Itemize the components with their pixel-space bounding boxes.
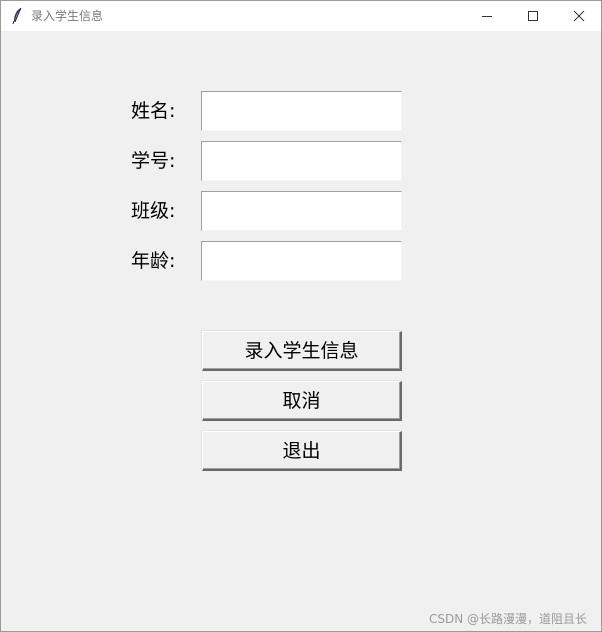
student-id-label: 学号: <box>131 150 176 172</box>
age-label: 年龄: <box>131 250 176 272</box>
app-window: 录入学生信息 姓名: 学号: 班级: 年龄: 录入学生信息 取消 退出 CSDN… <box>0 0 602 632</box>
name-field[interactable] <box>201 91 402 131</box>
student-id-field[interactable] <box>201 141 402 181</box>
age-field[interactable] <box>201 241 402 281</box>
window-title: 录入学生信息 <box>31 9 104 23</box>
exit-button[interactable]: 退出 <box>202 431 402 471</box>
class-label: 班级: <box>131 200 176 222</box>
name-label: 姓名: <box>131 100 176 122</box>
cancel-button[interactable]: 取消 <box>202 381 402 421</box>
close-icon <box>573 10 585 22</box>
maximize-icon <box>528 11 538 21</box>
minimize-icon <box>482 16 492 17</box>
close-button[interactable] <box>556 1 602 31</box>
submit-student-button[interactable]: 录入学生信息 <box>202 331 402 371</box>
title-bar[interactable]: 录入学生信息 <box>1 1 601 31</box>
maximize-button[interactable] <box>510 1 556 31</box>
class-field[interactable] <box>201 191 402 231</box>
feather-icon <box>10 7 26 25</box>
minimize-button[interactable] <box>464 1 510 31</box>
watermark-text: CSDN @长路漫漫，道阻且长 <box>428 612 587 626</box>
